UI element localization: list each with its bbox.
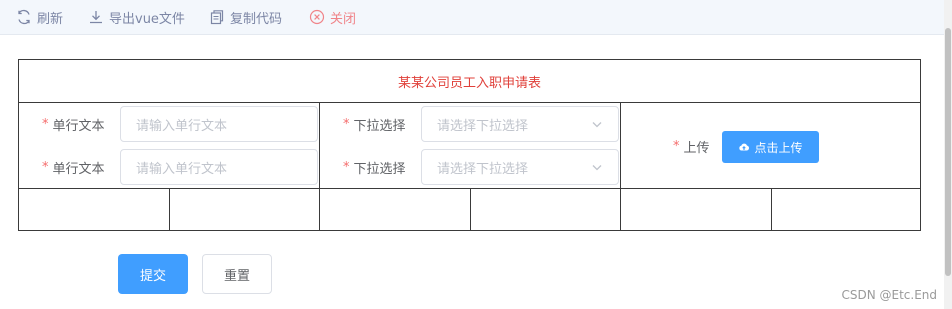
select-input-2[interactable]: 请选择下拉选择	[421, 149, 619, 185]
copy-icon	[210, 10, 224, 25]
form-title-cell: 某某公司员工入职申请表	[18, 59, 921, 103]
required-mark: *	[343, 116, 350, 132]
download-icon	[90, 11, 102, 24]
copy-code-button[interactable]: 复制代码	[209, 8, 283, 27]
export-vue-button[interactable]: 导出vue文件	[88, 8, 185, 27]
submit-button[interactable]: 提交	[118, 254, 188, 294]
select-field-1-label: * 下拉选择	[343, 116, 406, 134]
text-input-1[interactable]: 请输入单行文本	[120, 106, 318, 142]
empty-cell	[319, 188, 471, 231]
select-input-1[interactable]: 请选择下拉选择	[421, 106, 619, 142]
close-button[interactable]: 关闭	[309, 8, 357, 27]
form-title: 某某公司员工入职申请表	[397, 75, 541, 91]
text-field-1-label: * 单行文本	[42, 116, 105, 134]
text-input-2-placeholder: 请输入单行文本	[136, 161, 228, 177]
upload-label: * 上传	[673, 138, 710, 156]
select-input-1-placeholder: 请选择下拉选择	[437, 118, 529, 134]
empty-cell	[470, 188, 621, 231]
text-input-2[interactable]: 请输入单行文本	[120, 149, 318, 185]
select-input-2-placeholder: 请选择下拉选择	[437, 161, 529, 177]
scrollbar-thumb[interactable]	[945, 28, 951, 276]
empty-cell	[169, 188, 320, 231]
export-vue-label: 导出vue文件	[109, 11, 185, 27]
required-mark: *	[42, 159, 49, 175]
select-field-2-label: * 下拉选择	[343, 159, 406, 177]
cloud-upload-icon	[739, 143, 750, 151]
empty-cell	[18, 188, 170, 231]
empty-cell	[620, 188, 772, 231]
chevron-down-icon	[592, 122, 602, 128]
refresh-icon	[18, 9, 30, 25]
copy-code-label: 复制代码	[230, 11, 283, 27]
refresh-label: 刷新	[37, 11, 64, 27]
empty-cell	[771, 188, 921, 231]
required-mark: *	[673, 138, 680, 154]
watermark: CSDN @Etc.End	[841, 288, 937, 302]
upload-button-label: 点击上传	[754, 140, 803, 155]
upload-button[interactable]: 点击上传	[722, 131, 819, 163]
required-mark: *	[42, 116, 49, 132]
form-table: 某某公司员工入职申请表 * 单行文本 请输入单行文本 * 下拉选择 请选择下拉选…	[18, 59, 921, 231]
close-circle-icon	[309, 9, 325, 25]
text-field-2-label: * 单行文本	[42, 159, 105, 177]
text-input-1-placeholder: 请输入单行文本	[136, 118, 228, 134]
close-label: 关闭	[330, 11, 357, 27]
reset-button[interactable]: 重置	[202, 254, 272, 294]
toolbar: 刷新 导出vue文件 复制代码 关闭	[0, 0, 944, 35]
refresh-button[interactable]: 刷新	[16, 8, 64, 27]
chevron-down-icon	[592, 165, 602, 171]
required-mark: *	[343, 159, 350, 175]
